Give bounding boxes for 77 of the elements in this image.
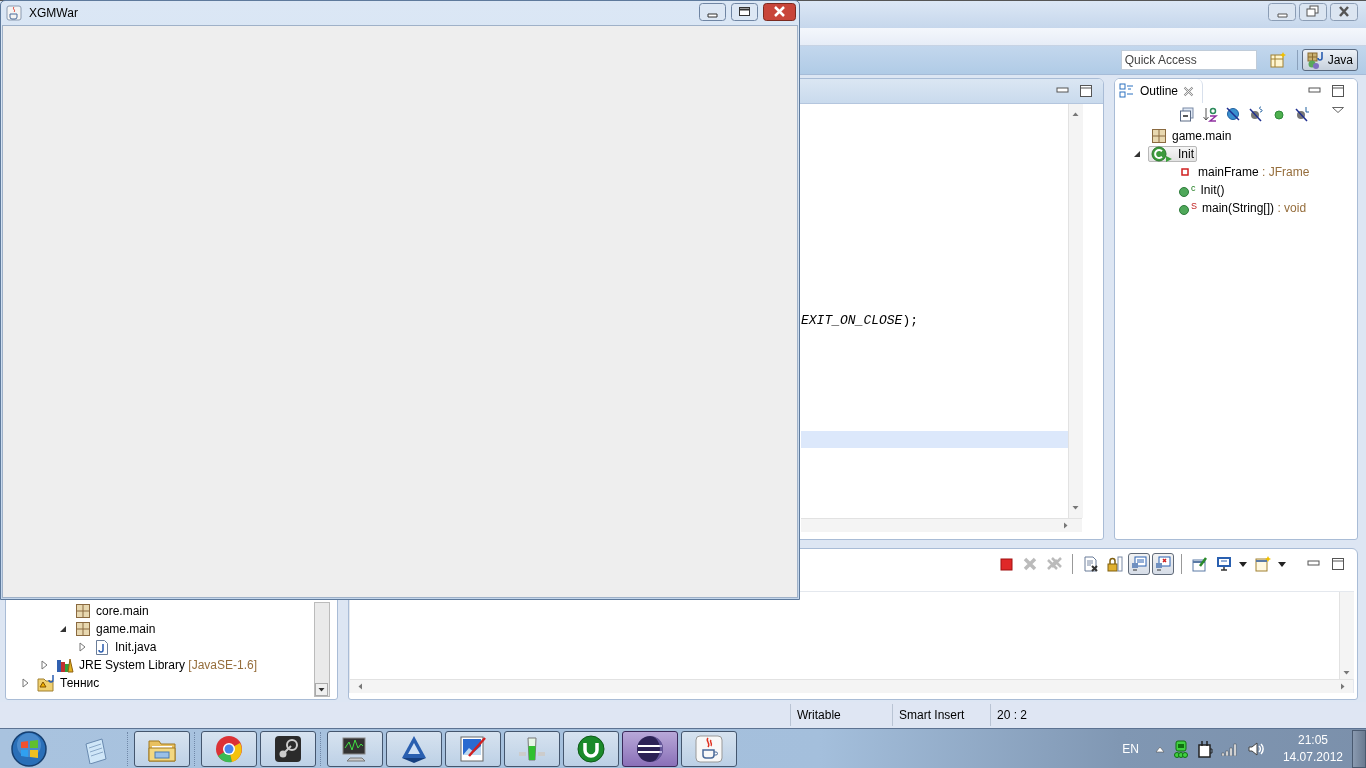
tray-app-icon[interactable] [1172,739,1189,758]
circle-logo-icon [576,733,606,764]
dark-app-icon [273,733,303,764]
java-perspective-icon [1306,50,1325,69]
project-folder-icon [37,674,55,693]
speaker-icon[interactable] [1246,740,1265,757]
maximize-button[interactable] [1331,84,1345,99]
outline-item[interactable]: game.main [1148,128,1235,145]
status-field: Writable [790,704,892,727]
tree-item[interactable]: core.main [72,603,152,620]
package-icon [1151,128,1167,145]
minimize-button[interactable] [699,3,726,21]
hide-fields-icon[interactable] [1225,106,1241,123]
new-console-icon [1255,556,1271,573]
show-hidden-icons-icon[interactable] [1154,744,1165,753]
cup-icon [6,5,22,21]
scrollbar[interactable] [1339,592,1354,680]
package-icon [75,621,91,638]
close-icon[interactable] [1183,85,1195,97]
outline-item[interactable]: Init [1148,146,1197,163]
scrollbar[interactable] [314,602,330,698]
outline-item[interactable]: c Init() [1174,182,1228,199]
tree-item[interactable]: JRE System Library [JavaSE-1.6] [53,657,261,674]
remove-icon [1022,556,1038,573]
console-screen-icon [1131,556,1147,573]
pin-icon [1192,556,1208,573]
package-icon [75,603,91,620]
collapse-all-icon[interactable] [1179,106,1195,123]
class-icon [1151,146,1173,163]
taskbar-button[interactable] [681,730,737,767]
java-file-icon [94,639,110,656]
cup-icon [694,733,724,764]
perspective-button[interactable]: Java [1301,48,1358,71]
maximize-button[interactable] [1331,557,1345,572]
restore-button[interactable] [1299,3,1327,21]
code-line: EXIT_ON_CLOSE); [801,313,919,329]
close-button[interactable] [1330,3,1358,21]
sphere-icon [635,733,665,764]
lock-icon [1107,556,1123,573]
sort-icon[interactable] [1202,106,1218,123]
taskbar-button[interactable] [563,730,619,767]
status-field: Smart Insert [892,704,990,727]
toolbar-button[interactable] [1128,553,1150,576]
taskbar-button[interactable] [386,730,442,767]
tree-item[interactable]: Init.java [91,639,160,656]
console-error-icon [1155,556,1171,573]
taskbar-button[interactable] [260,730,316,767]
outline-item[interactable]: mainFrame : JFrame [1174,164,1313,181]
power-plug-icon[interactable] [1196,739,1213,758]
window-title: XGMWar [29,6,78,20]
round-logo-icon [214,733,244,764]
tree-item[interactable]: game.main [72,621,159,638]
taskbar-button[interactable] [445,730,501,767]
scrollbar[interactable] [350,679,1353,694]
toolbar-button[interactable] [1152,553,1174,576]
outline-tab[interactable]: Outline [1115,79,1204,104]
taskbar-button[interactable] [504,730,560,767]
stop-icon [998,556,1014,573]
library-icon [56,657,74,674]
signal-bars-icon[interactable] [1220,741,1239,756]
scrollbar[interactable] [1068,104,1083,519]
maximize-button[interactable] [731,3,758,21]
monitor-icon [1216,556,1232,573]
outline-item[interactable]: S main(String[]) : void [1174,200,1310,217]
close-button[interactable] [763,3,796,21]
quick-access-field[interactable]: Quick Access [1120,49,1257,70]
taskbar-button[interactable] [622,730,678,767]
status-field: 20 : 2 [990,704,1100,727]
tree-item[interactable]: Теннис [34,675,103,692]
hide-static-icon[interactable] [1248,106,1264,123]
scrollbar[interactable] [801,518,1082,533]
outline-icon [1119,83,1135,100]
picture-brush-icon [458,733,488,764]
clear-console-icon [1083,556,1099,573]
hide-local-types-icon[interactable] [1294,106,1310,123]
maximize-button[interactable] [1079,84,1093,99]
taskbar-button[interactable] [327,730,383,767]
